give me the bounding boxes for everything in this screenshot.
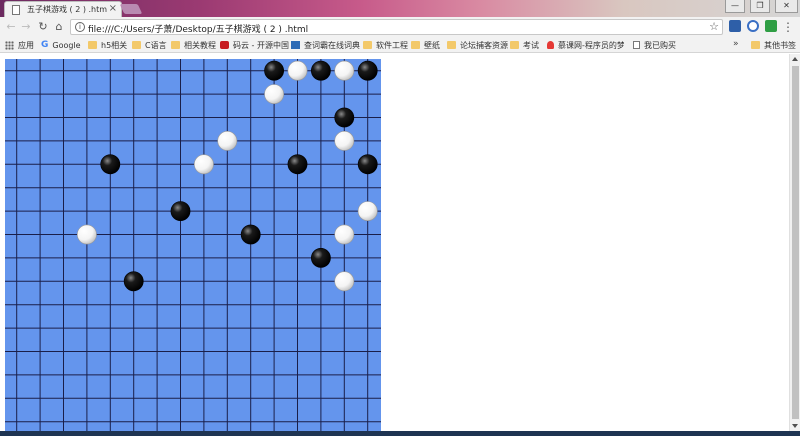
white-stone bbox=[287, 60, 308, 81]
black-stone bbox=[123, 271, 144, 292]
white-stone bbox=[217, 131, 238, 151]
white-stone bbox=[334, 60, 355, 81]
apps-grid-icon bbox=[5, 40, 14, 50]
tab-active[interactable]: 五子棋游戏 ( 2 ) .html × bbox=[4, 1, 122, 17]
black-stone bbox=[100, 154, 121, 175]
folder-icon bbox=[363, 41, 372, 49]
page-favicon-icon bbox=[12, 5, 20, 15]
url-text: file:///C:/Users/子萧/Desktop/五子棋游戏 ( 2 ) … bbox=[88, 25, 309, 35]
vertical-scrollbar[interactable] bbox=[789, 54, 800, 431]
gomoku-board[interactable] bbox=[5, 59, 381, 431]
bookmark-star-icon[interactable]: ☆ bbox=[709, 20, 719, 33]
bookmark-wallpaper[interactable]: 壁纸 bbox=[411, 39, 440, 51]
browser-toolbar: ← → ↻ ⌂ i file:///C:/Users/子萧/Desktop/五子… bbox=[0, 17, 800, 37]
white-stone bbox=[193, 154, 214, 175]
extension-shield-icon[interactable] bbox=[729, 20, 741, 32]
folder-icon bbox=[132, 41, 141, 49]
bookmarks-overflow-icon[interactable]: » bbox=[733, 39, 739, 49]
dict-icon bbox=[291, 41, 300, 49]
address-bar[interactable]: i file:///C:/Users/子萧/Desktop/五子棋游戏 ( 2 … bbox=[70, 19, 723, 35]
black-stone bbox=[357, 60, 378, 81]
folder-icon bbox=[411, 41, 420, 49]
black-stone bbox=[170, 201, 191, 222]
white-stone bbox=[334, 271, 355, 292]
black-stone bbox=[334, 107, 355, 128]
minimize-button[interactable]: — bbox=[725, 0, 745, 13]
white-stone bbox=[264, 84, 285, 104]
back-button[interactable]: ← bbox=[4, 19, 18, 35]
page-icon bbox=[633, 41, 640, 49]
scroll-down-icon[interactable] bbox=[792, 424, 798, 428]
page-content bbox=[0, 54, 789, 431]
new-tab-button[interactable] bbox=[119, 4, 143, 14]
black-stone bbox=[264, 60, 285, 81]
bookmark-forum[interactable]: 论坛捕客资源 bbox=[447, 39, 508, 51]
forward-button[interactable]: → bbox=[19, 19, 33, 35]
black-stone bbox=[310, 247, 331, 268]
bookmark-software-eng[interactable]: 软件工程 bbox=[363, 39, 408, 51]
home-button[interactable]: ⌂ bbox=[52, 19, 66, 35]
scroll-up-icon[interactable] bbox=[792, 57, 798, 61]
os-taskbar bbox=[0, 431, 800, 436]
site-info-icon[interactable]: i bbox=[75, 22, 85, 32]
folder-icon bbox=[171, 41, 180, 49]
bookmark-apps[interactable]: 应用 bbox=[5, 39, 34, 51]
bookmark-exam[interactable]: 考试 bbox=[510, 39, 539, 51]
restore-button[interactable]: ❐ bbox=[750, 0, 770, 13]
white-stone bbox=[357, 201, 378, 222]
bookmark-h5[interactable]: h5相关 bbox=[88, 39, 127, 51]
black-stone bbox=[357, 154, 378, 175]
bookmark-c-lang[interactable]: C语言 bbox=[132, 39, 167, 51]
bookmark-other[interactable]: 其他书签 bbox=[751, 39, 796, 51]
scrollbar-thumb[interactable] bbox=[792, 66, 799, 419]
tab-title: 五子棋游戏 ( 2 ) .html bbox=[27, 5, 107, 14]
imooc-icon bbox=[547, 41, 554, 49]
bookmark-tutorials[interactable]: 相关教程 bbox=[171, 39, 216, 51]
title-bar: 五子棋游戏 ( 2 ) .html × — ❐ ✕ bbox=[0, 0, 800, 17]
close-window-button[interactable]: ✕ bbox=[775, 0, 798, 13]
bookmark-dictionary[interactable]: 查词霸在线词典 bbox=[291, 39, 360, 51]
extension-excel-icon[interactable] bbox=[765, 20, 777, 32]
white-stone bbox=[334, 224, 355, 245]
folder-icon bbox=[88, 41, 97, 49]
bookmark-google[interactable]: G Google bbox=[41, 39, 81, 51]
bookmark-purchased[interactable]: 我已购买 bbox=[633, 39, 676, 51]
extension-adblock-icon[interactable] bbox=[747, 20, 759, 32]
gitee-icon bbox=[220, 41, 229, 49]
white-stone bbox=[334, 131, 355, 151]
bookmarks-bar: 应用 G Google h5相关 C语言 相关教程 码云 - 开源中国 查词霸在… bbox=[0, 37, 800, 53]
bookmark-imooc[interactable]: 慕课网-程序员的梦工 bbox=[547, 39, 624, 51]
folder-icon bbox=[447, 41, 456, 49]
tab-close-icon[interactable]: × bbox=[109, 3, 117, 15]
browser-menu-icon[interactable]: ⋮ bbox=[781, 19, 795, 35]
browser-window: 五子棋游戏 ( 2 ) .html × — ❐ ✕ ← → ↻ ⌂ i file… bbox=[0, 0, 800, 436]
bookmark-gitee[interactable]: 码云 - 开源中国 bbox=[220, 39, 289, 51]
folder-icon bbox=[751, 41, 760, 49]
black-stone bbox=[287, 154, 308, 175]
gomoku-board-canvas[interactable] bbox=[5, 59, 381, 431]
folder-icon bbox=[510, 41, 519, 49]
google-icon: G bbox=[41, 40, 49, 50]
black-stone bbox=[240, 224, 261, 245]
black-stone bbox=[310, 60, 331, 81]
white-stone bbox=[77, 224, 97, 245]
reload-button[interactable]: ↻ bbox=[36, 19, 50, 35]
